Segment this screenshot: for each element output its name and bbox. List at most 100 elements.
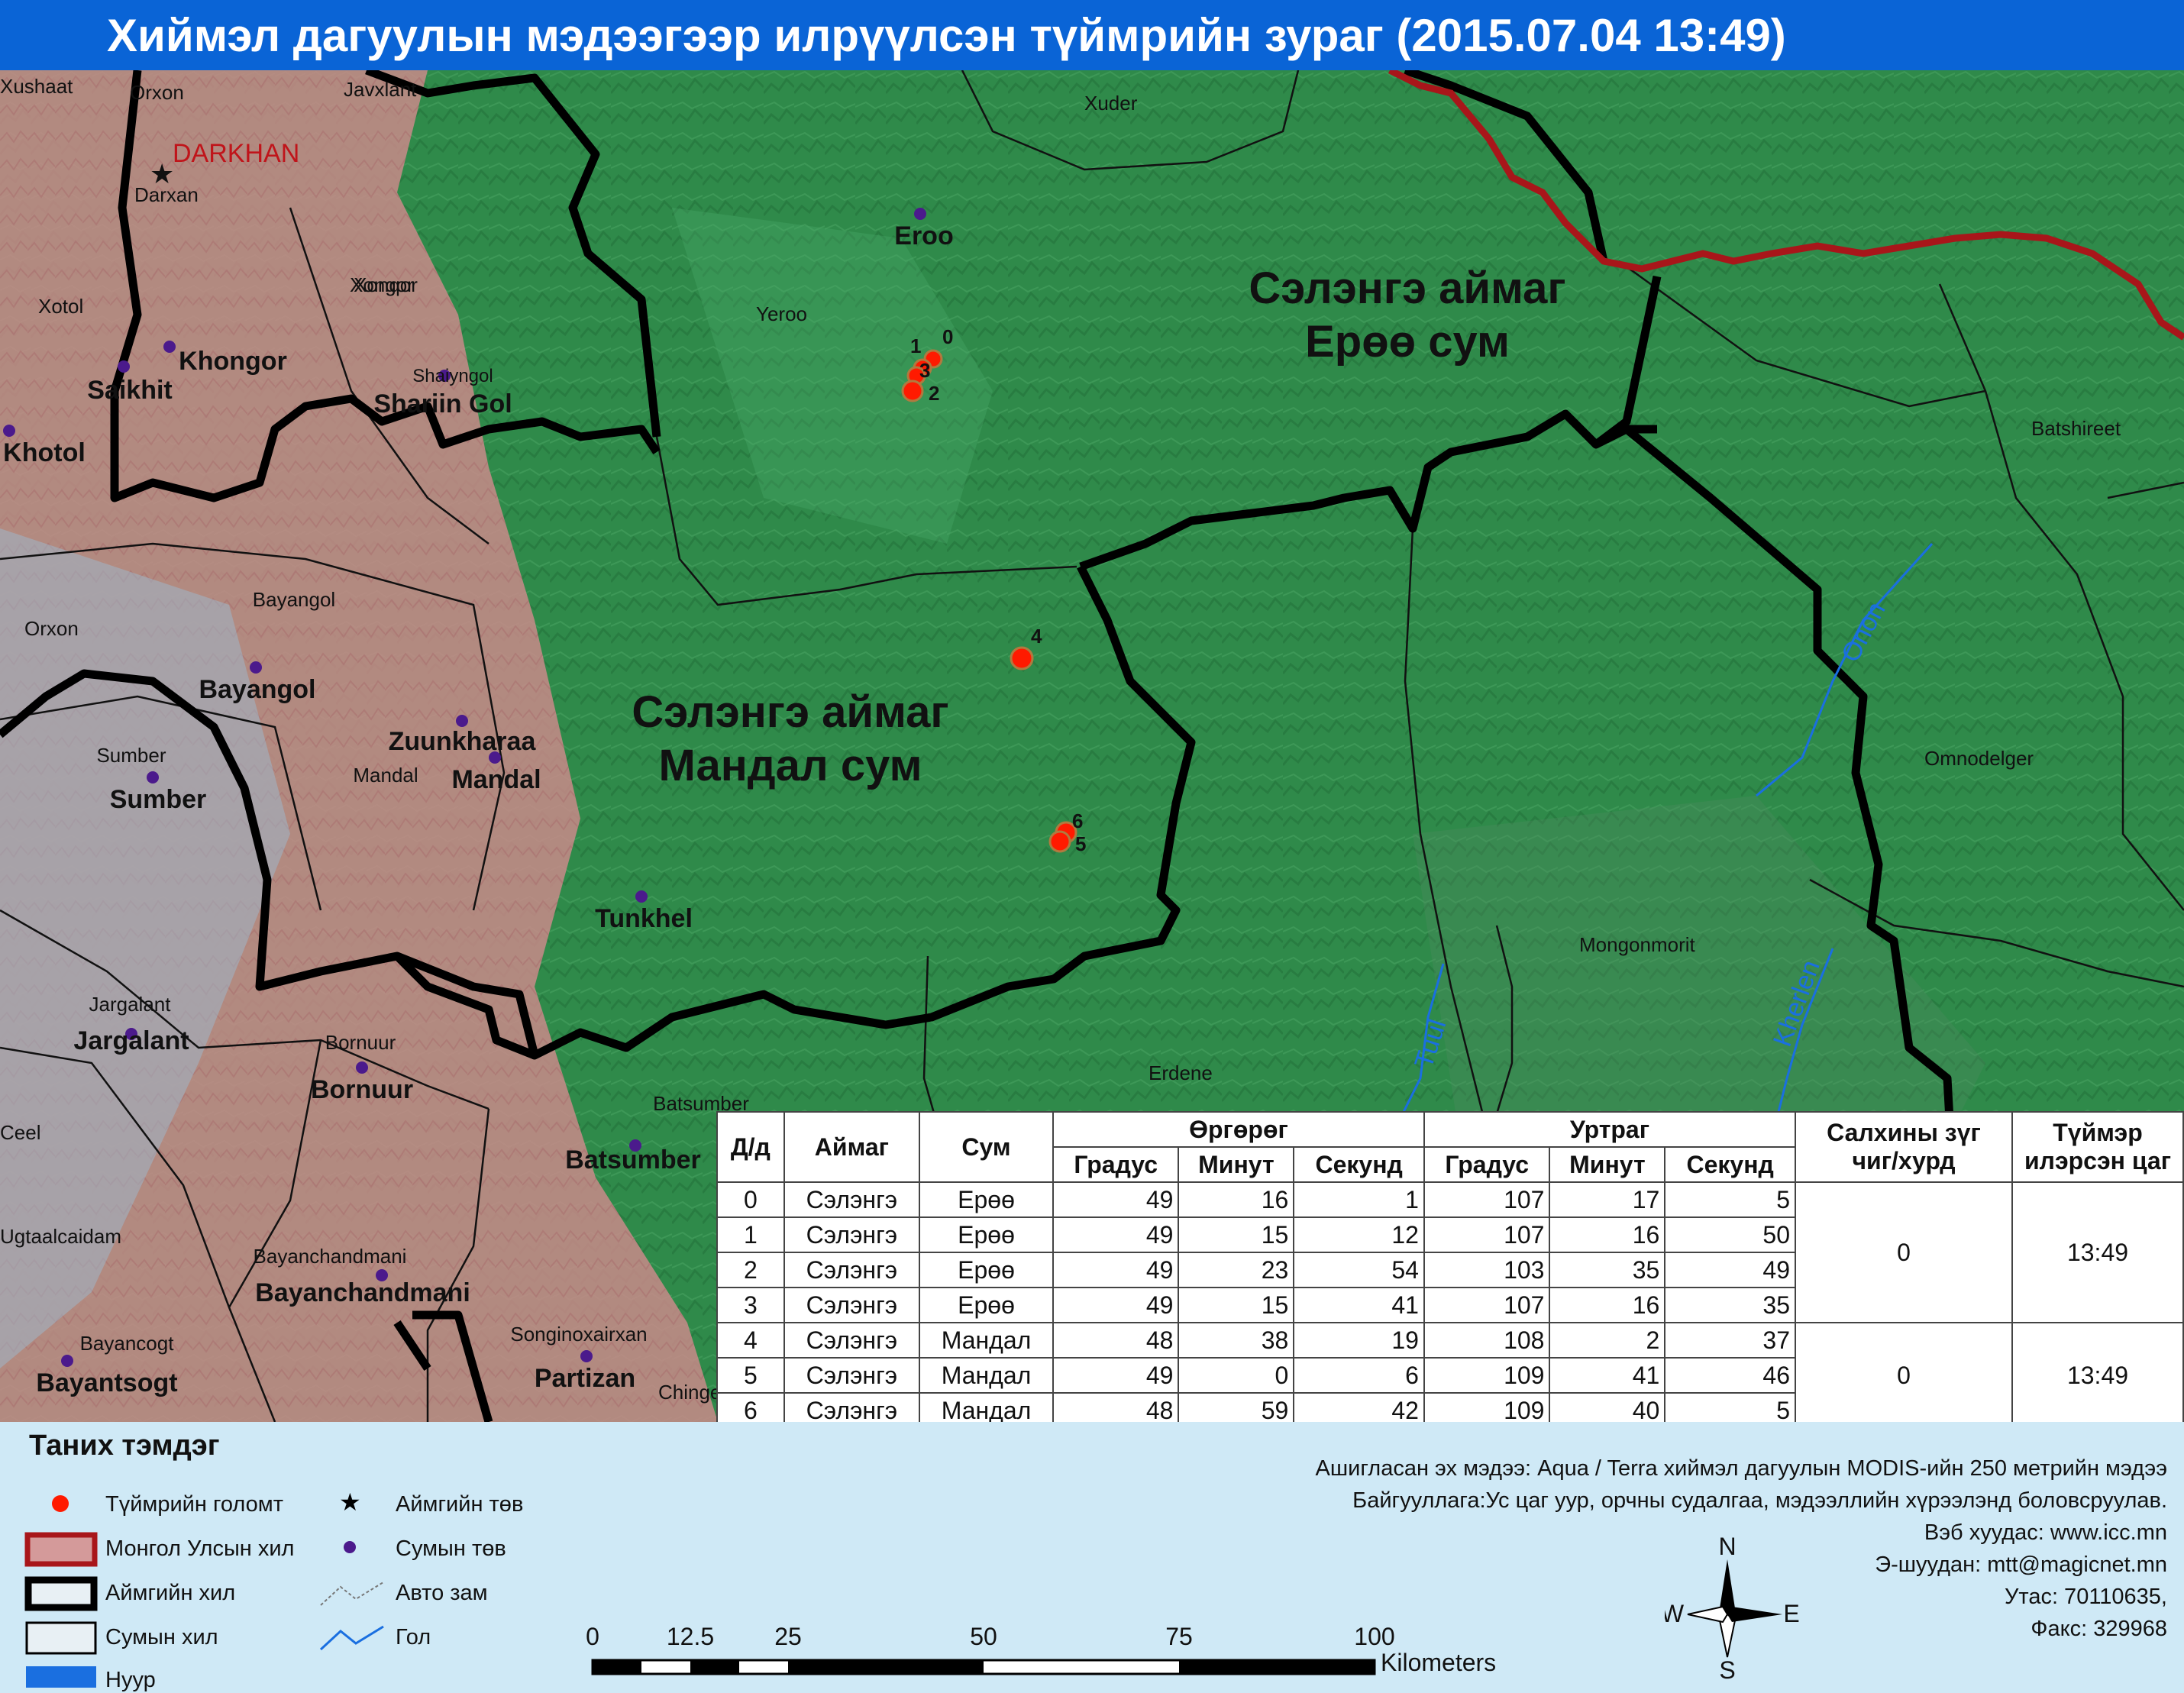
compass-s: S — [1719, 1656, 1735, 1680]
fire-point-2 — [901, 380, 924, 402]
region-label-eroo-1: Сэлэнгэ аймаг — [1249, 263, 1565, 313]
col-lon-min: Минут — [1549, 1146, 1666, 1183]
fire-label-1: 1 — [910, 334, 921, 357]
river-legend-icon — [319, 1625, 384, 1651]
svg-text:Bayangol: Bayangol — [253, 588, 335, 611]
map-title: Хиймэл дагуулын мэдээгээр илрүүлсэн түйм… — [107, 10, 1786, 61]
table-row: 4 Сэлэнгэ Мандал 48 38 19 108 2 37 0 13:49 — [716, 1322, 2184, 1429]
legend-fire: Түймрийн голомт — [105, 1492, 283, 1517]
svg-text:Bayanchandmani: Bayanchandmani — [254, 1245, 407, 1268]
svg-text:Ugtaalcaidam: Ugtaalcaidam — [0, 1225, 121, 1248]
col-lat-deg: Градус — [1052, 1146, 1180, 1183]
svg-text:Sumber: Sumber — [110, 785, 207, 814]
svg-text:Ceel: Ceel — [0, 1121, 40, 1144]
table-row: 0 Сэлэнгэ Ерөө 49 16 1 107 17 5 0 13:49 — [716, 1181, 2184, 1323]
fire-legend-icon — [52, 1495, 69, 1512]
fire-point-4 — [1010, 646, 1034, 670]
compass-e: E — [1783, 1600, 1799, 1627]
col-lon-sec: Секунд — [1664, 1146, 1796, 1183]
wind-group-1: 0 — [1795, 1181, 2013, 1323]
col-wind: Салхины зүг чиг/хурд — [1795, 1111, 2013, 1183]
fire-label-0: 0 — [942, 325, 953, 348]
aimag-border-legend-icon — [24, 1576, 98, 1611]
col-lat-sec: Секунд — [1293, 1146, 1425, 1183]
soum-border-legend-icon — [25, 1621, 97, 1655]
svg-text:Bornuur: Bornuur — [311, 1075, 413, 1104]
legend-aimag-border: Аймгийн хил — [105, 1581, 236, 1605]
compass-n: N — [1718, 1535, 1736, 1560]
svg-text:Batshireet: Batshireet — [2031, 417, 2121, 440]
scale-tick-3: 50 — [970, 1623, 997, 1650]
scale-tick-5: 100 — [1354, 1623, 1394, 1650]
legend-aimag-center: Аймгийн төв — [396, 1492, 524, 1517]
svg-text:Zuunkharaa: Zuunkharaa — [389, 727, 537, 756]
aimag-center-small: Darxan — [134, 183, 199, 206]
svg-text:Javxlant: Javxlant — [344, 78, 417, 101]
fire-label-3: 3 — [919, 359, 930, 382]
legend-lake: Нуур — [105, 1668, 156, 1692]
road-legend-icon — [320, 1582, 384, 1606]
svg-text:Tunkhel: Tunkhel — [595, 904, 693, 933]
svg-text:Orxon: Orxon — [24, 617, 79, 640]
col-id: Д/д — [716, 1111, 785, 1183]
svg-text:Khongor: Khongor — [179, 347, 287, 376]
lake-legend-icon — [26, 1666, 96, 1688]
svg-text:Shariin Gol: Shariin Gol — [373, 389, 512, 418]
aimag-center-legend-icon: ★ — [339, 1488, 361, 1516]
svg-text:Khotol: Khotol — [3, 438, 86, 467]
svg-text:Mandal: Mandal — [353, 764, 418, 787]
col-time: Түймэр илэрсэн цаг — [2011, 1111, 2184, 1183]
svg-text:Bayancogt: Bayancogt — [80, 1332, 175, 1355]
svg-text:Xotol: Xotol — [38, 295, 83, 318]
svg-text:Bayanchandmani: Bayanchandmani — [255, 1278, 470, 1307]
svg-text:Jargalant: Jargalant — [89, 993, 172, 1016]
svg-text:Erdene: Erdene — [1149, 1061, 1213, 1084]
svg-text:Bayangol: Bayangol — [199, 675, 315, 704]
svg-text:Xongor: Xongor — [350, 273, 414, 296]
svg-text:Orxon: Orxon — [130, 81, 184, 104]
legend-title: Таних тэмдэг — [29, 1430, 220, 1462]
fire-label-2: 2 — [929, 382, 939, 405]
region-label-mandal-1: Сэлэнгэ аймаг — [632, 687, 948, 737]
scale-tick-2: 25 — [774, 1623, 802, 1650]
legend-national-border: Монгол Улсын хил — [105, 1536, 295, 1561]
compass-w: W — [1665, 1600, 1685, 1627]
svg-text:Xushaat: Xushaat — [0, 75, 73, 98]
svg-text:Yeroo: Yeroo — [756, 302, 807, 325]
svg-text:Sumber: Sumber — [96, 744, 166, 767]
svg-text:Jargalant: Jargalant — [73, 1026, 189, 1055]
fire-point-5 — [1048, 830, 1071, 853]
legend-river: Гол — [396, 1625, 431, 1649]
scale-tick-4: 75 — [1165, 1623, 1193, 1650]
svg-text:Batsumber: Batsumber — [565, 1145, 701, 1174]
svg-text:Songinoxairxan: Songinoxairxan — [510, 1323, 647, 1346]
time-group-2: 13:49 — [2011, 1322, 2184, 1429]
fire-label-6: 6 — [1072, 809, 1083, 832]
title-bar: Хиймэл дагуулын мэдээгээр илрүүлсэн түйм… — [0, 0, 2184, 70]
soum-center-legend-icon — [344, 1541, 356, 1553]
svg-text:Omnodelger: Omnodelger — [1924, 747, 2034, 770]
col-lon: Уртраг — [1423, 1111, 1797, 1148]
national-border-legend-icon — [24, 1532, 98, 1567]
region-label-eroo-2: Ерөө сум — [1305, 317, 1510, 367]
svg-text:Mongonmorit: Mongonmorit — [1579, 933, 1696, 956]
scale-unit: Kilometers — [1381, 1649, 1496, 1676]
svg-text:Bornuur: Bornuur — [325, 1031, 396, 1054]
aimag-center-label: DARKHAN — [173, 139, 299, 168]
svg-text:Mandal: Mandal — [451, 765, 541, 794]
svg-text:Xuder: Xuder — [1084, 92, 1138, 115]
time-group-1: 13:49 — [2011, 1181, 2184, 1323]
svg-text:Shaiyngol: Shaiyngol — [412, 366, 493, 386]
svg-text:Saikhit: Saikhit — [87, 376, 172, 405]
region-label-mandal-2: Мандал сум — [659, 741, 922, 790]
scale-tick-1: 12.5 — [667, 1623, 714, 1650]
svg-text:Eroo: Eroo — [894, 221, 953, 250]
wind-group-2: 0 — [1795, 1322, 2013, 1429]
col-lat-min: Минут — [1178, 1146, 1295, 1183]
svg-text:Bayantsogt: Bayantsogt — [36, 1368, 177, 1397]
legend-soum-border: Сумын хил — [105, 1625, 218, 1649]
col-lon-deg: Градус — [1423, 1146, 1551, 1183]
svg-text:Partizan: Partizan — [535, 1364, 635, 1393]
col-aimag: Аймаг — [783, 1111, 921, 1183]
scale-bar: 0 12.5 25 50 75 100 Kilometers — [586, 1623, 1496, 1676]
